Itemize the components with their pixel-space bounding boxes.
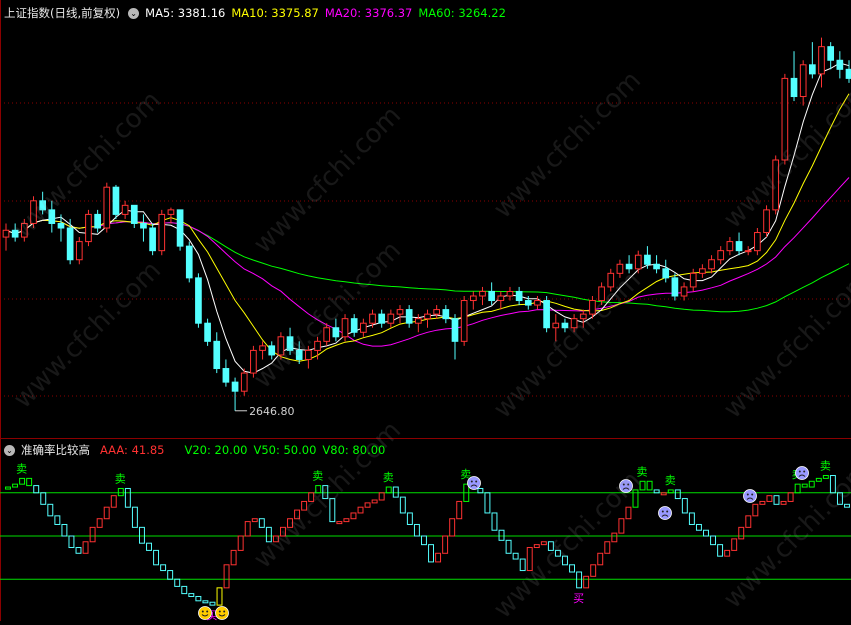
main-chart-title: 上证指数(日线,前复权) [4, 6, 121, 20]
candle [341, 314, 349, 342]
candle [250, 345, 257, 378]
candle [277, 332, 285, 360]
candle [185, 241, 193, 283]
candle [781, 73, 789, 165]
chevron-down-icon[interactable]: ⌄ [4, 444, 15, 456]
aaa-legend: AAA: 41.85 [100, 443, 165, 457]
candle [112, 184, 120, 219]
indicator-header: ⌄ 准确率比较高 AAA: 41.85 V20: 20.00 V50: 50.0… [0, 441, 391, 459]
candle [85, 209, 92, 247]
candle [149, 223, 156, 256]
candle [195, 273, 202, 328]
sell-signal-label: 卖 [16, 462, 27, 475]
chevron-down-icon[interactable]: ⌄ [128, 7, 140, 19]
sell-signal-label: 卖 [637, 465, 648, 478]
sad-face-icon [467, 476, 481, 490]
candle [772, 155, 780, 215]
candle [754, 228, 761, 256]
v50-legend: V50: 50.00 [253, 443, 317, 457]
candle [671, 273, 679, 301]
sell-signal-label: 卖 [115, 472, 126, 485]
candle [176, 209, 184, 251]
smiley-face-icon [215, 606, 229, 620]
buy-signal-label: 买 [573, 592, 584, 605]
candle [204, 318, 211, 346]
candle [30, 196, 37, 228]
smiley-face-icon [198, 606, 212, 620]
sad-face-icon [619, 479, 633, 493]
candle [543, 296, 550, 333]
sell-signal-label: 卖 [820, 460, 831, 473]
sad-face-icon [795, 466, 809, 480]
candle [158, 209, 166, 256]
ma5-legend: MA5: 3381.16 [145, 6, 226, 20]
sad-face-icon [743, 489, 757, 503]
low-annotation-label: 2646.80 [249, 405, 295, 418]
v80-legend: V80: 80.00 [322, 443, 386, 457]
candle [240, 368, 248, 396]
ma20-legend: MA20: 3376.37 [324, 6, 413, 20]
v20-legend: V20: 20.00 [184, 443, 248, 457]
candle [75, 237, 83, 265]
main-chart-header: 上证指数(日线,前复权) ⌄ MA5: 3381.16 MA10: 3375.8… [0, 4, 512, 22]
ma10-legend: MA10: 3375.87 [231, 6, 319, 20]
ma60-legend: MA60: 3264.22 [418, 6, 506, 20]
candle [103, 182, 111, 233]
sell-signal-label: 卖 [383, 471, 394, 484]
indicator-title: 准确率比较高 [21, 443, 90, 457]
sell-signal-label: 卖 [665, 474, 676, 487]
candle [460, 296, 468, 346]
candle [763, 205, 770, 238]
sad-face-icon [658, 506, 672, 520]
sell-signal-label: 卖 [312, 470, 323, 483]
chart-canvas: 2646.80卖卖买卖卖卖买卖卖卖卖 [0, 0, 851, 621]
